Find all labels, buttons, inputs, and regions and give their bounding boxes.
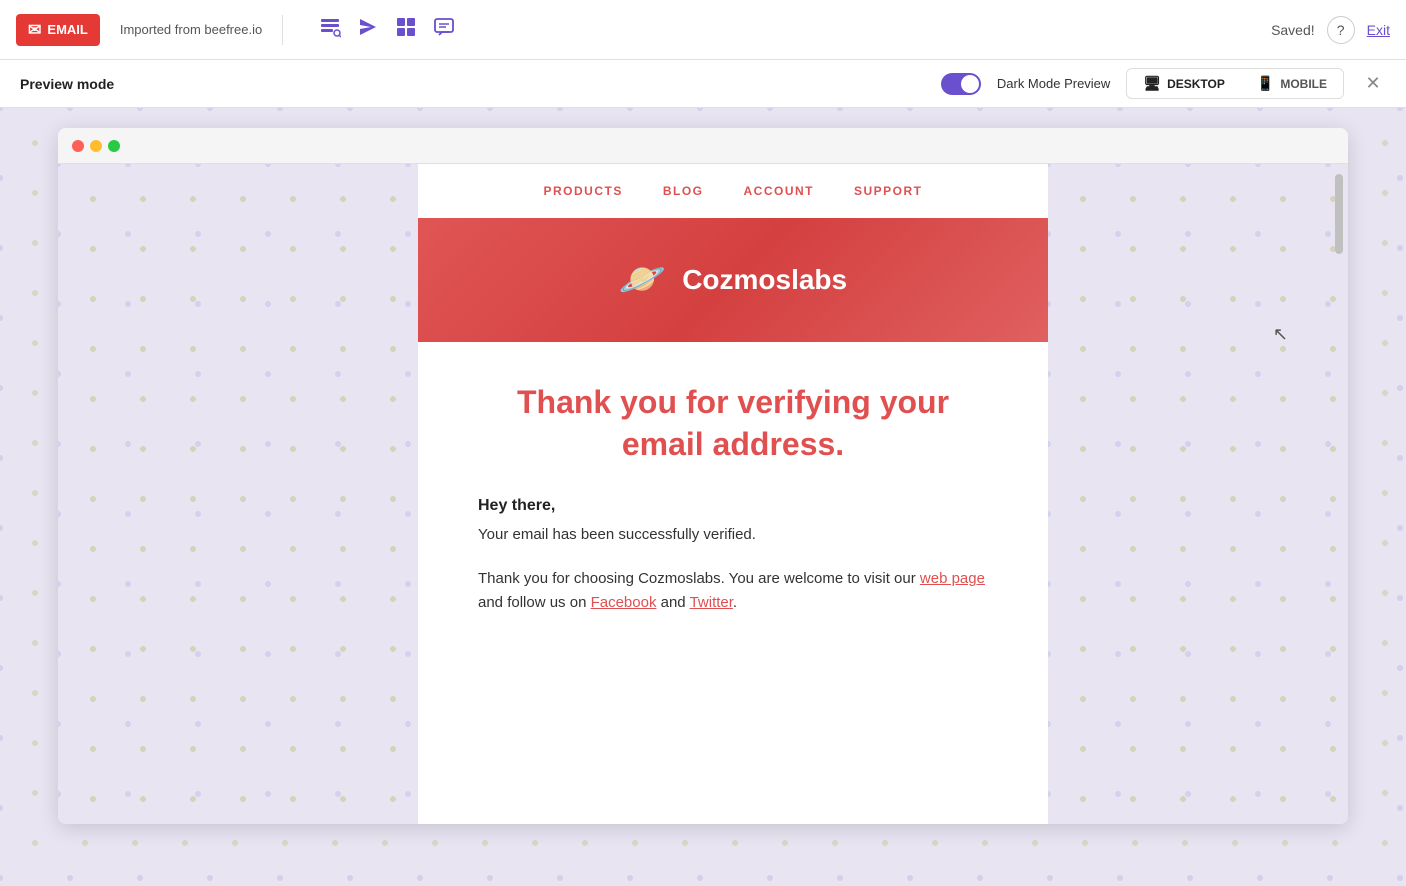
chat-icon[interactable]: [433, 16, 455, 44]
window-close-dot[interactable]: [72, 140, 84, 152]
dark-mode-toggle[interactable]: [941, 73, 981, 95]
close-preview-button[interactable]: ✕: [1360, 71, 1386, 97]
list-icon[interactable]: [319, 16, 341, 44]
desktop-icon: 🖥: [1143, 75, 1161, 92]
right-bg-pattern: [1048, 164, 1348, 824]
toolbar: ✉ EMAIL Imported from beefree.io: [0, 0, 1406, 60]
and-text: and: [661, 594, 686, 611]
desktop-button[interactable]: 🖥 DESKTOP: [1127, 69, 1241, 98]
email-content-column: PRODUCTS BLOG ACCOUNT SUPPORT 🪐 Cozmosla…: [418, 164, 1048, 824]
browser-window: PRODUCTS BLOG ACCOUNT SUPPORT 🪐 Cozmosla…: [58, 128, 1348, 824]
email-left-bg: [58, 164, 418, 824]
verified-text: Your email has been successfully verifie…: [478, 523, 988, 547]
grid-icon[interactable]: [395, 16, 417, 44]
email-preview-area: PRODUCTS BLOG ACCOUNT SUPPORT 🪐 Cozmosla…: [58, 164, 1348, 824]
planet-icon: 🪐: [619, 258, 666, 302]
body-paragraph: Thank you for choosing Cozmoslabs. You a…: [478, 567, 988, 615]
left-bg-pattern: [58, 164, 418, 824]
email-right-bg: ↖: [1048, 164, 1348, 824]
email-label: EMAIL: [47, 22, 87, 37]
email-heading: Thank you for verifying your email addre…: [478, 382, 988, 465]
toolbar-icons: [319, 16, 455, 44]
preview-mode-label: Preview mode: [20, 76, 114, 92]
mobile-icon: 📱: [1257, 75, 1274, 92]
nav-blog[interactable]: BLOG: [663, 184, 704, 198]
dark-mode-label: Dark Mode Preview: [997, 76, 1110, 91]
send-icon[interactable]: [357, 16, 379, 44]
twitter-link[interactable]: Twitter: [690, 594, 733, 611]
browser-chrome: [58, 128, 1348, 164]
device-switcher: 🖥 DESKTOP 📱 MOBILE: [1126, 68, 1344, 99]
scrollbar[interactable]: [1334, 164, 1344, 824]
web-page-link[interactable]: web page: [920, 570, 985, 587]
window-maximize-dot[interactable]: [108, 140, 120, 152]
body-text: Thank you for choosing Cozmoslabs. You a…: [478, 570, 916, 587]
preview-bar: Preview mode Dark Mode Preview 🖥 DESKTOP…: [0, 60, 1406, 108]
brand-name: Cozmoslabs: [682, 264, 847, 296]
nav-account[interactable]: ACCOUNT: [744, 184, 815, 198]
nav-support[interactable]: SUPPORT: [854, 184, 923, 198]
email-nav: PRODUCTS BLOG ACCOUNT SUPPORT: [418, 164, 1048, 218]
email-greeting: Hey there,: [478, 497, 988, 515]
exit-button[interactable]: Exit: [1367, 22, 1390, 38]
nav-products[interactable]: PRODUCTS: [543, 184, 622, 198]
window-minimize-dot[interactable]: [90, 140, 102, 152]
facebook-link[interactable]: Facebook: [591, 594, 657, 611]
email-body: Thank you for verifying your email addre…: [418, 342, 1048, 675]
email-badge: ✉ EMAIL: [16, 14, 100, 46]
mail-icon: ✉: [28, 20, 41, 40]
follow-text: and follow us on: [478, 594, 586, 611]
help-button[interactable]: ?: [1327, 16, 1355, 44]
mobile-button[interactable]: 📱 MOBILE: [1241, 69, 1343, 98]
imported-from-text: Imported from beefree.io: [120, 22, 262, 37]
email-hero: 🪐 Cozmoslabs: [418, 218, 1048, 342]
scrollbar-thumb: [1335, 174, 1343, 254]
toggle-knob: [961, 75, 979, 93]
saved-status: Saved!: [1271, 22, 1315, 38]
divider: [282, 15, 283, 45]
